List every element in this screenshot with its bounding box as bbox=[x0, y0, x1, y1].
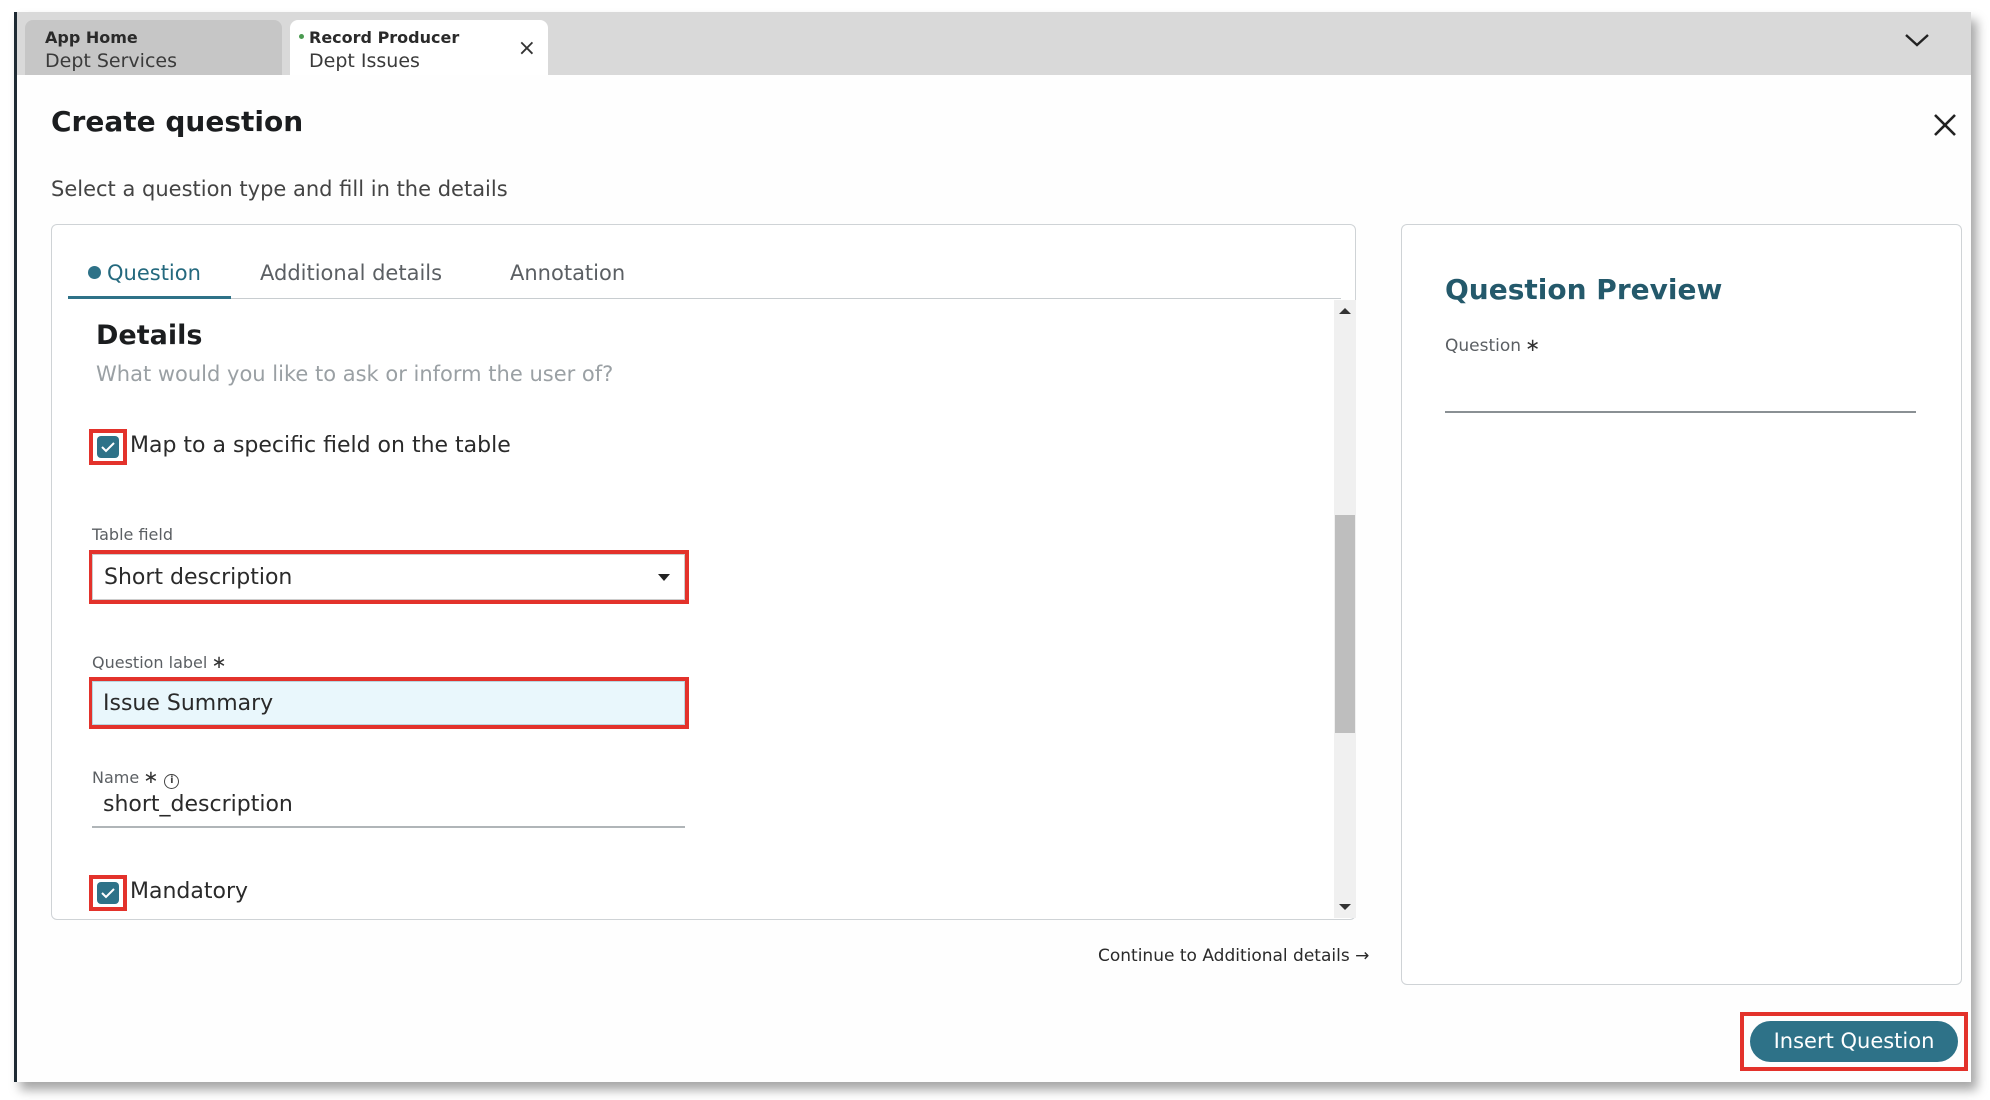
close-icon[interactable]: × bbox=[518, 38, 536, 60]
select-value: Short description bbox=[104, 565, 293, 590]
label-text: Question label bbox=[92, 653, 208, 672]
scroll-down-icon[interactable] bbox=[1339, 904, 1351, 910]
table-field-label: Table field bbox=[92, 525, 173, 544]
details-panel: Details What would you like to ask or in… bbox=[52, 300, 1332, 918]
chevron-down-icon[interactable] bbox=[1903, 30, 1931, 50]
label-text: Question bbox=[1445, 336, 1522, 356]
mandatory-label: Mandatory bbox=[130, 879, 249, 904]
active-dot-icon bbox=[88, 266, 101, 279]
input-value: short_description bbox=[103, 792, 293, 817]
continue-link[interactable]: Continue to Additional details → bbox=[1098, 946, 1369, 966]
input-value: Issue Summary bbox=[103, 691, 274, 716]
tab-record-producer[interactable]: Record Producer Dept Issues × bbox=[290, 20, 548, 75]
tab-title: App Home bbox=[45, 28, 138, 47]
tab-subtitle: Dept Services bbox=[45, 50, 177, 72]
question-label-label: Question label ∗ bbox=[92, 652, 226, 673]
dialog-subtitle: Select a question type and fill in the d… bbox=[51, 177, 508, 201]
name-input[interactable]: short_description bbox=[92, 782, 685, 828]
tab-subtitle: Dept Issues bbox=[309, 50, 420, 72]
close-icon[interactable] bbox=[1932, 112, 1958, 138]
tab-question[interactable]: Question bbox=[68, 247, 231, 299]
tab-additional-details[interactable]: Additional details bbox=[260, 247, 442, 299]
map-field-label: Map to a specific field on the table bbox=[130, 433, 511, 458]
required-asterisk-icon: ∗ bbox=[1525, 335, 1541, 356]
question-tabs: Question Additional details Annotation bbox=[68, 247, 1341, 299]
modified-dot-icon bbox=[299, 34, 304, 39]
tab-label: Question bbox=[107, 261, 201, 285]
tab-title: Record Producer bbox=[309, 28, 460, 47]
dialog-title: Create question bbox=[51, 105, 304, 138]
preview-title: Question Preview bbox=[1445, 273, 1723, 306]
question-form-card: Question Additional details Annotation D… bbox=[51, 224, 1356, 920]
insert-question-button[interactable]: Insert Question bbox=[1750, 1021, 1958, 1062]
section-title: Details bbox=[96, 320, 203, 351]
mandatory-checkbox[interactable] bbox=[97, 882, 119, 904]
tab-annotation[interactable]: Annotation bbox=[510, 247, 625, 299]
checkmark-icon bbox=[101, 888, 115, 899]
tab-app-home[interactable]: App Home Dept Services bbox=[25, 20, 282, 75]
section-prompt: What would you like to ask or inform the… bbox=[96, 362, 614, 386]
required-asterisk-icon: ∗ bbox=[211, 652, 227, 673]
caret-down-icon bbox=[658, 574, 670, 581]
checkmark-icon bbox=[101, 442, 115, 453]
tab-bar: App Home Dept Services Record Producer D… bbox=[17, 12, 1971, 75]
scrollbar-thumb[interactable] bbox=[1335, 515, 1355, 733]
app-window: App Home Dept Services Record Producer D… bbox=[14, 12, 1971, 1082]
question-label-input[interactable]: Issue Summary bbox=[92, 681, 685, 725]
scroll-up-icon[interactable] bbox=[1339, 308, 1351, 314]
map-field-checkbox[interactable] bbox=[97, 436, 119, 458]
preview-question-label: Question ∗ bbox=[1445, 335, 1540, 356]
scrollbar[interactable] bbox=[1334, 300, 1356, 918]
table-field-select[interactable]: Short description bbox=[92, 554, 685, 600]
question-preview-card: Question Preview Question ∗ bbox=[1401, 224, 1962, 985]
preview-question-input[interactable] bbox=[1445, 365, 1916, 413]
